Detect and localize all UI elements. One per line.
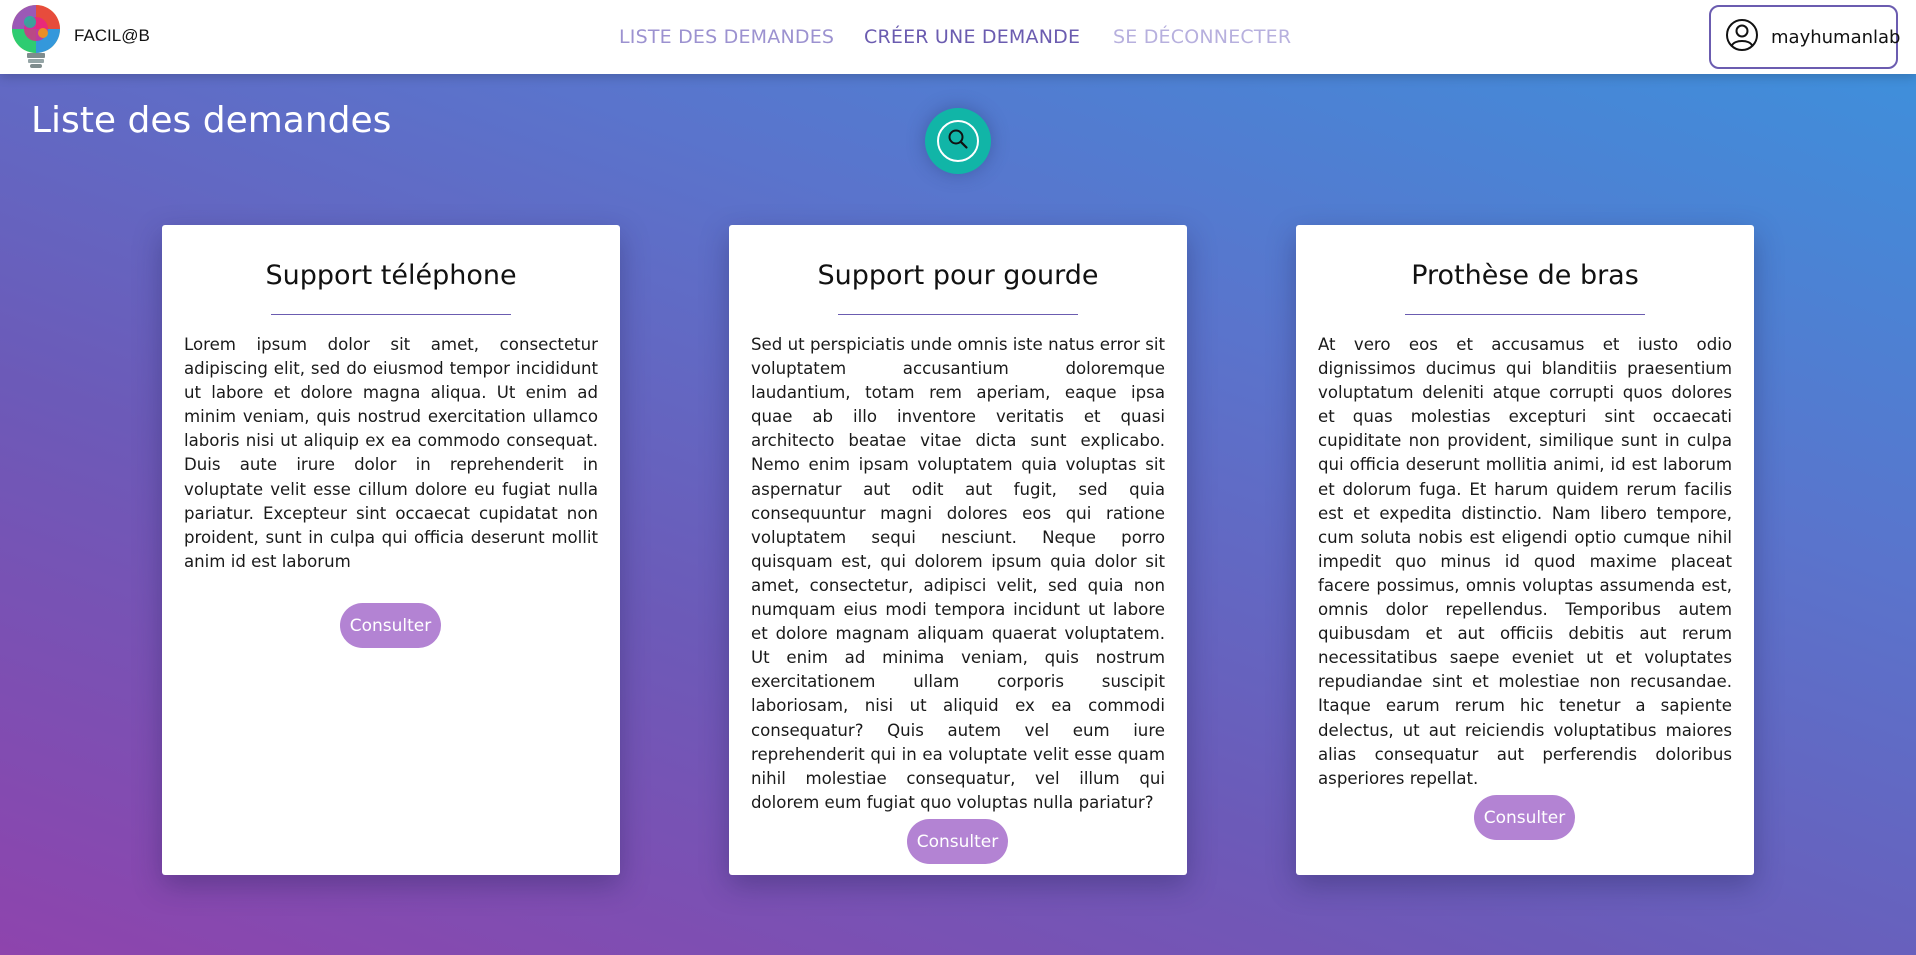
top-navbar: FACIL@B LISTE DES DEMANDES CRÉER UNE DEM… (0, 0, 1916, 74)
request-card: Support pour gourde Sed ut perspiciatis … (729, 225, 1187, 875)
card-title: Prothèse de bras (1411, 260, 1639, 291)
card-description: At vero eos et accusamus et iusto odio d… (1318, 335, 1732, 788)
nav-link-se-deconnecter[interactable]: SE DÉCONNECTER (1113, 26, 1291, 48)
request-card: Support téléphone Lorem ipsum dolor sit … (162, 225, 620, 875)
card-description: Sed ut perspiciatis unde omnis iste natu… (751, 335, 1165, 812)
page-title: Liste des demandes (31, 100, 392, 141)
card-title: Support téléphone (265, 260, 517, 291)
consulter-button[interactable]: Consulter (907, 819, 1008, 864)
nav-link-creer-une-demande[interactable]: CRÉER UNE DEMANDE (864, 26, 1080, 48)
search-button[interactable] (925, 108, 991, 174)
card-description: Lorem ipsum dolor sit amet, consectetur … (184, 335, 598, 571)
request-card: Prothèse de bras At vero eos et accusamu… (1296, 225, 1754, 875)
user-circle-icon (1725, 18, 1759, 56)
card-divider (838, 314, 1078, 315)
card-title: Support pour gourde (817, 260, 1099, 291)
main-nav: LISTE DES DEMANDES CRÉER UNE DEMANDE SE … (0, 0, 1916, 74)
card-divider (1405, 314, 1645, 315)
consulter-button[interactable]: Consulter (1474, 795, 1575, 840)
nav-link-liste-des-demandes[interactable]: LISTE DES DEMANDES (619, 26, 834, 48)
user-name-label: mayhumanlab (1771, 26, 1901, 48)
user-account-button[interactable]: mayhumanlab (1709, 5, 1901, 69)
search-icon (947, 128, 969, 154)
search-ring (937, 120, 979, 162)
consulter-button[interactable]: Consulter (340, 603, 441, 648)
card-divider (271, 314, 511, 315)
